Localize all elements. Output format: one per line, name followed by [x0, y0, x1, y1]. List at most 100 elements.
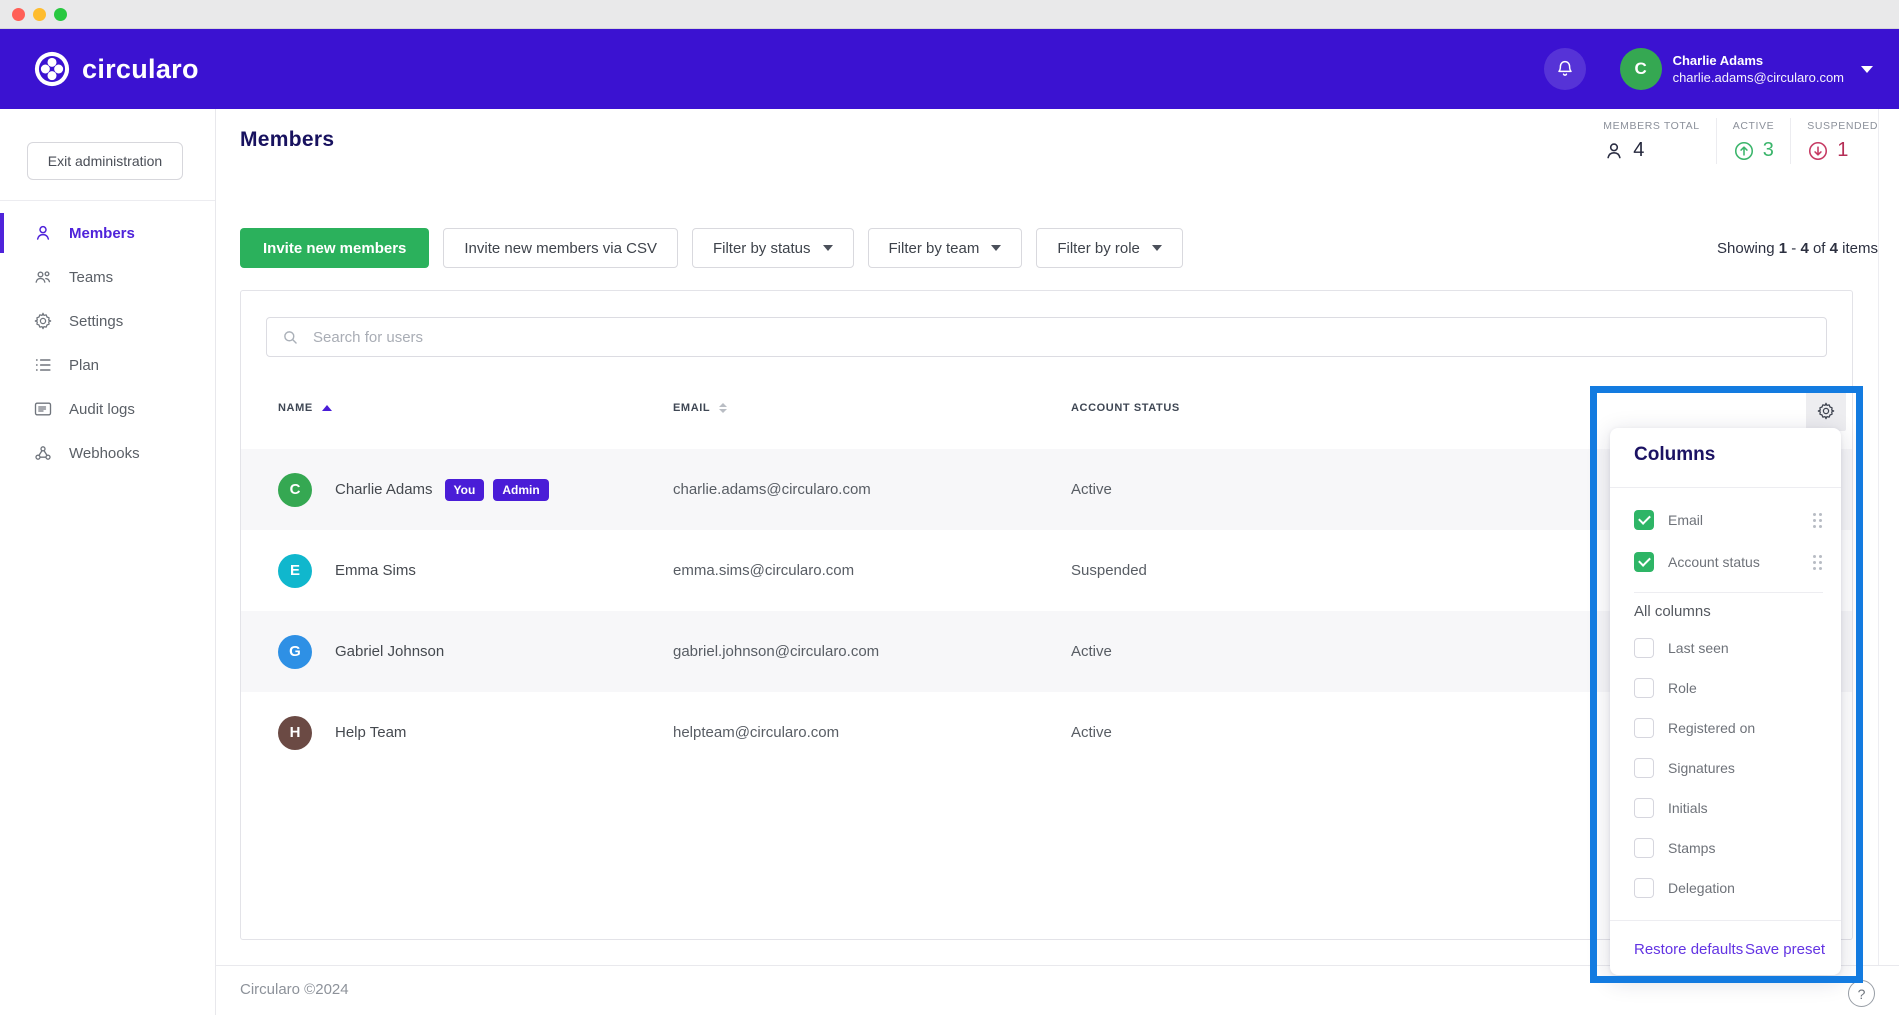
checkbox-unchecked[interactable]: [1634, 758, 1654, 778]
exit-administration-button[interactable]: Exit administration: [27, 142, 183, 180]
audit-log-icon: [33, 399, 53, 419]
sidebar-item-label: Settings: [69, 313, 123, 330]
sidebar-item-label: Webhooks: [69, 445, 140, 462]
divider: [1610, 487, 1841, 488]
account-status: Active: [1071, 611, 1112, 692]
search-input[interactable]: [313, 329, 1812, 346]
sidebar-divider: [0, 200, 215, 201]
close-window-button[interactable]: [12, 8, 25, 21]
app-window: circularo C Charlie Adams charlie.adams@…: [0, 0, 1899, 1015]
column-header-email[interactable]: EMAIL: [673, 402, 727, 414]
filter-by-role-dropdown[interactable]: Filter by role: [1036, 228, 1183, 268]
user-avatar: C: [1620, 48, 1662, 90]
column-header-account-status: ACCOUNT STATUS: [1071, 402, 1180, 414]
column-option-label: Role: [1668, 680, 1826, 696]
all-columns-heading: All columns: [1634, 603, 1711, 620]
column-option-label: Registered on: [1668, 720, 1826, 736]
you-badge: You: [445, 479, 485, 501]
invite-new-members-button[interactable]: Invite new members: [240, 228, 429, 268]
stat-number: 3: [1763, 139, 1774, 162]
arrow-up-circle-icon: [1733, 140, 1755, 162]
checkbox-unchecked[interactable]: [1634, 878, 1654, 898]
account-status: Active: [1071, 449, 1112, 530]
column-header-label: ACCOUNT STATUS: [1071, 402, 1180, 414]
stat-label: SUSPENDED: [1807, 120, 1878, 132]
sort-icon: [719, 403, 727, 413]
user-info: Charlie Adams charlie.adams@circularo.co…: [1673, 52, 1844, 86]
available-columns-list: Last seen Role Registered on Signatures …: [1634, 628, 1826, 908]
avatar: C: [278, 473, 312, 507]
drag-handle-icon[interactable]: [1813, 513, 1822, 528]
column-header-label: NAME: [278, 402, 313, 414]
people-group-icon: [33, 267, 53, 287]
dropdown-label: Filter by role: [1057, 240, 1140, 257]
filter-by-status-dropdown[interactable]: Filter by status: [692, 228, 854, 268]
members-toolbar: Invite new members Invite new members vi…: [240, 228, 1183, 268]
avatar: G: [278, 635, 312, 669]
logo[interactable]: circularo: [34, 51, 199, 87]
columns-panel: Columns Email Account status All columns…: [1610, 428, 1841, 975]
sidebar-item-settings[interactable]: Settings: [0, 299, 215, 343]
scrollbar-track: [1878, 109, 1879, 965]
column-option-label: Signatures: [1668, 760, 1826, 776]
restore-defaults-link[interactable]: Restore defaults: [1634, 941, 1743, 958]
checkbox-unchecked[interactable]: [1634, 678, 1654, 698]
dropdown-label: Filter by status: [713, 240, 811, 257]
checkbox-unchecked[interactable]: [1634, 838, 1654, 858]
checkbox-unchecked[interactable]: [1634, 718, 1654, 738]
column-option-label: Delegation: [1668, 880, 1826, 896]
sidebar-item-teams[interactable]: Teams: [0, 255, 215, 299]
stat-label: MEMBERS TOTAL: [1603, 120, 1700, 132]
sidebar-item-webhooks[interactable]: Webhooks: [0, 431, 215, 475]
stat-label: ACTIVE: [1733, 120, 1775, 132]
person-icon: [33, 223, 53, 243]
drag-handle-icon[interactable]: [1813, 555, 1822, 570]
member-email: gabriel.johnson@circularo.com: [673, 611, 879, 692]
stat-active: ACTIVE 3: [1716, 118, 1791, 164]
column-option-label: Email: [1668, 512, 1799, 528]
list-item-last-seen: Last seen: [1634, 628, 1826, 668]
stat-suspended: SUSPENDED 1: [1790, 118, 1878, 164]
minimize-window-button[interactable]: [33, 8, 46, 21]
sidebar: Exit administration Members Teams: [0, 109, 216, 1015]
sidebar-item-plan[interactable]: Plan: [0, 343, 215, 387]
member-email: charlie.adams@circularo.com: [673, 449, 871, 530]
checkbox-checked[interactable]: [1634, 510, 1654, 530]
invite-csv-button[interactable]: Invite new members via CSV: [443, 228, 678, 268]
stat-value: 4: [1603, 139, 1700, 162]
column-header-name[interactable]: NAME: [278, 402, 332, 414]
divider: [1634, 592, 1823, 593]
maximize-window-button[interactable]: [54, 8, 67, 21]
page-title: Members: [240, 128, 334, 152]
account-status: Suspended: [1071, 530, 1147, 611]
column-option-label: Account status: [1668, 554, 1799, 570]
divider: [1610, 920, 1841, 921]
checkbox-checked[interactable]: [1634, 552, 1654, 572]
sort-ascending-icon: [322, 405, 332, 411]
column-option-label: Stamps: [1668, 840, 1826, 856]
notifications-button[interactable]: [1544, 48, 1586, 90]
save-preset-link[interactable]: Save preset: [1745, 941, 1825, 958]
list-item-stamps: Stamps: [1634, 828, 1826, 868]
sidebar-item-audit-logs[interactable]: Audit logs: [0, 387, 215, 431]
checkbox-unchecked[interactable]: [1634, 798, 1654, 818]
user-menu[interactable]: C Charlie Adams charlie.adams@circularo.…: [1620, 48, 1873, 90]
help-button[interactable]: ?: [1848, 980, 1875, 1007]
chevron-down-icon: [1861, 66, 1873, 73]
pagination-summary: Showing 1 - 4 of 4 items: [1717, 240, 1878, 257]
selected-columns-list: Email Account status: [1634, 499, 1826, 583]
search-icon: [281, 328, 300, 347]
table-settings-button[interactable]: [1806, 391, 1846, 431]
columns-panel-title: Columns: [1634, 444, 1715, 466]
filter-by-team-dropdown[interactable]: Filter by team: [868, 228, 1023, 268]
sidebar-item-label: Plan: [69, 357, 99, 374]
list-item-initials: Initials: [1634, 788, 1826, 828]
sidebar-item-label: Members: [69, 225, 135, 242]
columns-panel-actions: Restore defaults Save preset: [1634, 934, 1825, 964]
checkbox-unchecked[interactable]: [1634, 638, 1654, 658]
sidebar-item-members[interactable]: Members: [0, 211, 215, 255]
avatar: E: [278, 554, 312, 588]
badges: You Admin: [445, 479, 549, 501]
sidebar-nav: Members Teams Settings: [0, 211, 215, 475]
name-cell: G Gabriel Johnson: [278, 611, 444, 692]
